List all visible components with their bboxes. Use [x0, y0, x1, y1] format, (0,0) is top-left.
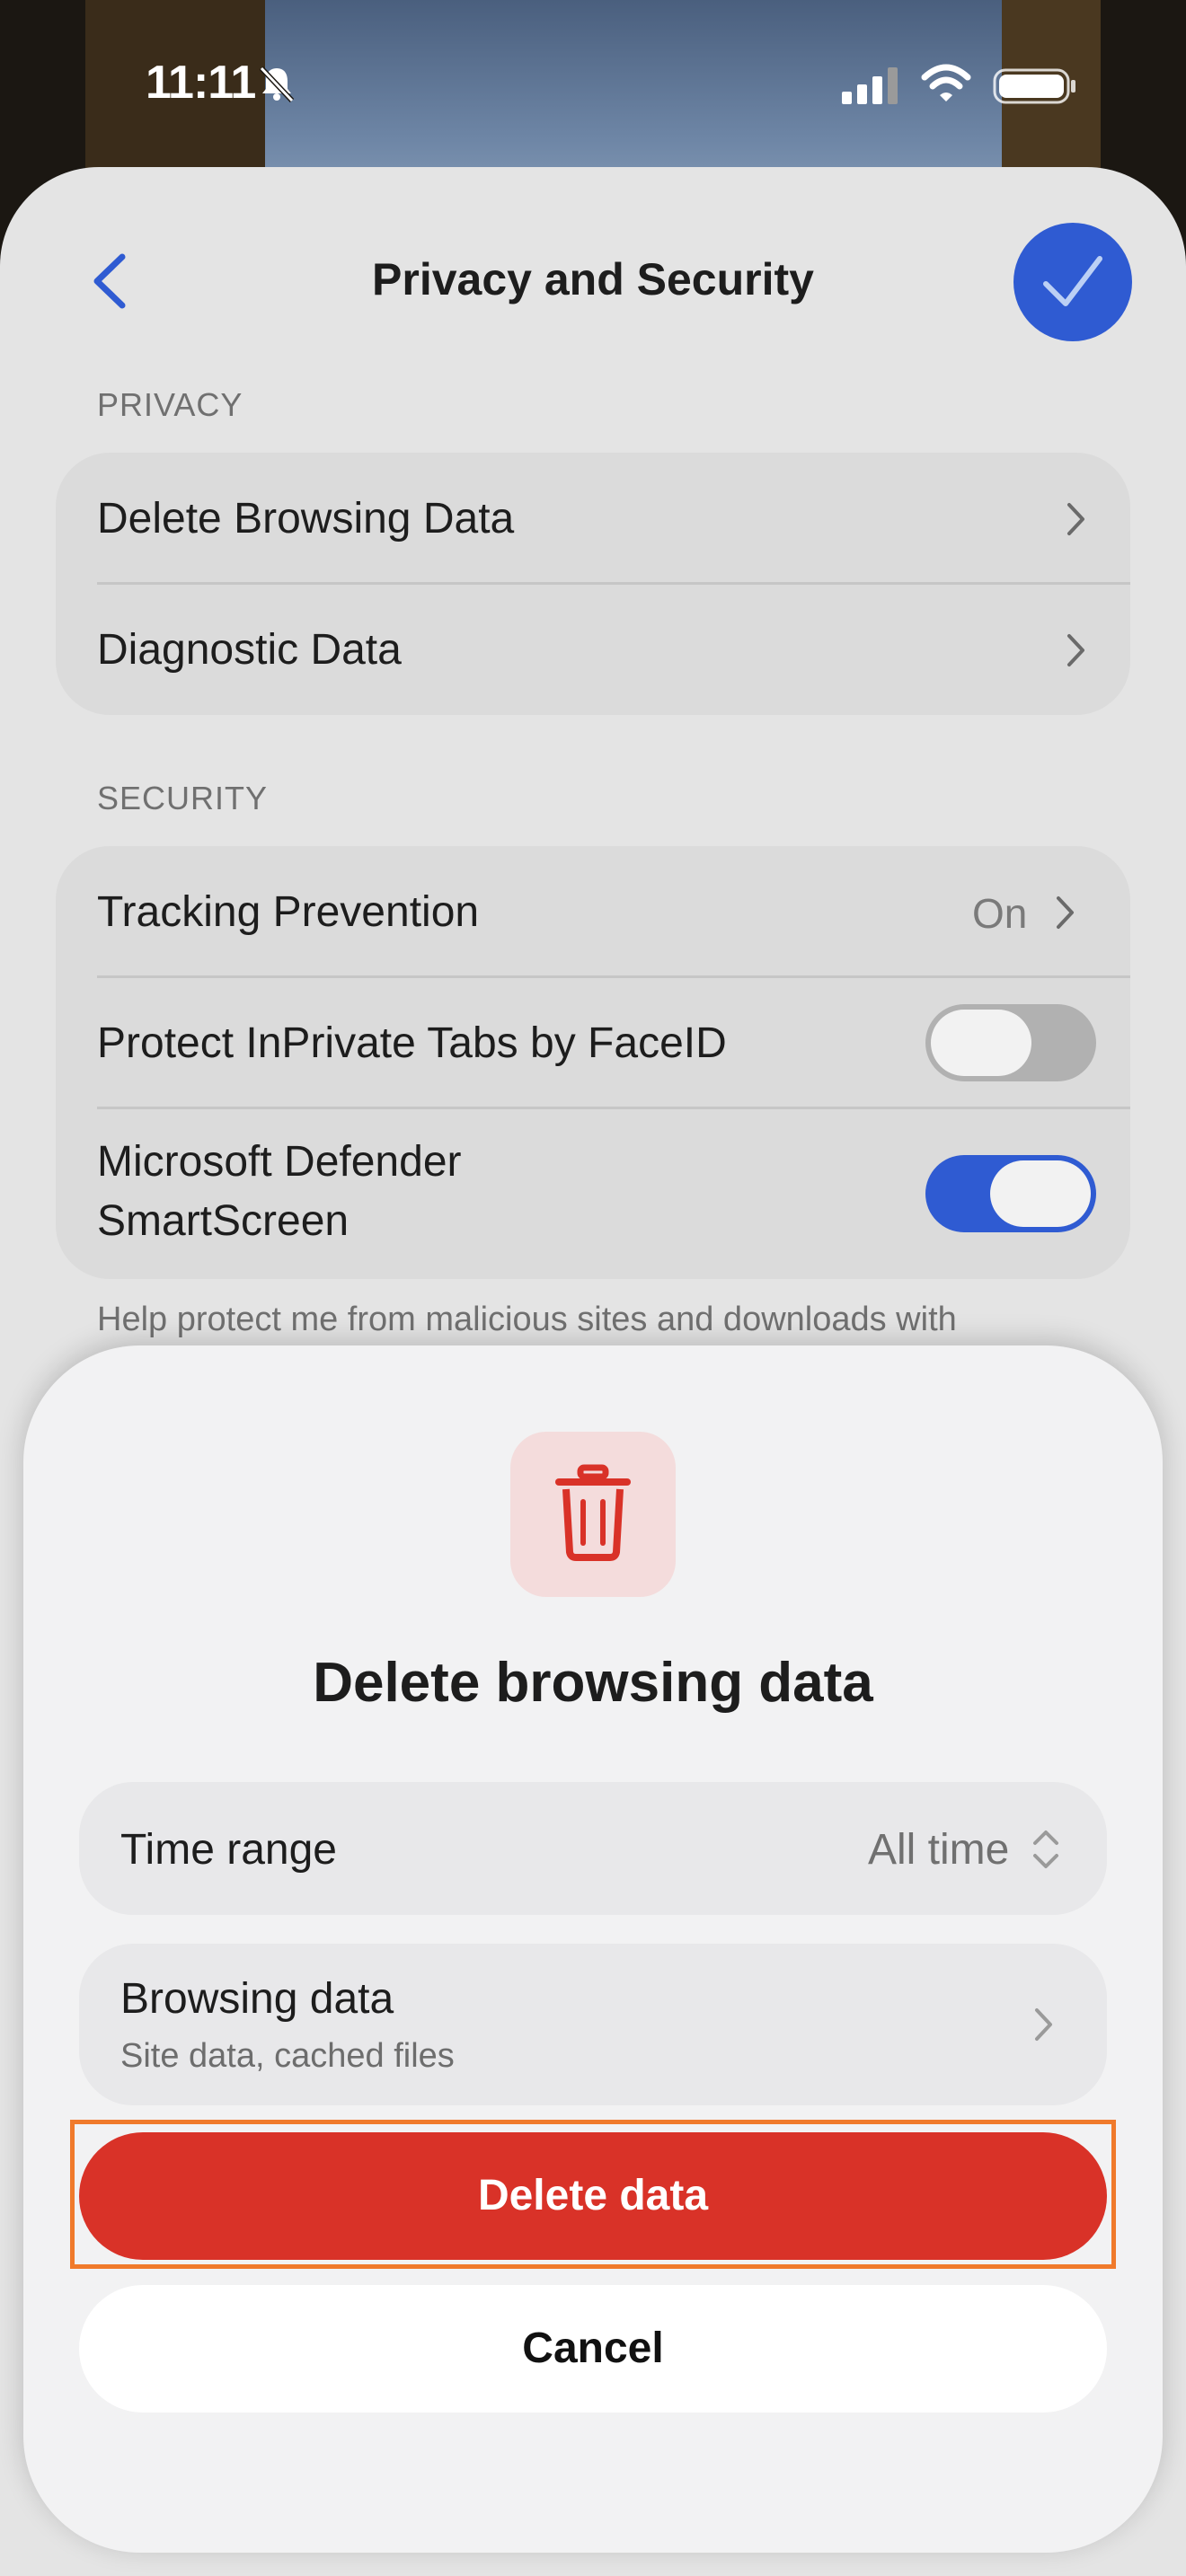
time-range-label: Time range: [120, 1826, 337, 1874]
status-bar: 11:11: [0, 0, 1186, 171]
done-button[interactable]: [1013, 223, 1132, 341]
privacy-group: Delete Browsing Data Diagnostic Data: [56, 453, 1130, 715]
delete-browsing-data-row[interactable]: Delete Browsing Data: [56, 453, 1130, 584]
smartscreen-help-text: Help protect me from malicious sites and…: [97, 1301, 957, 1338]
status-time: 11:11: [146, 57, 256, 109]
security-section-label: SECURITY: [97, 780, 269, 816]
wifi-icon: [921, 64, 971, 101]
chevron-right-icon: [1067, 634, 1084, 666]
faceid-row: Protect InPrivate Tabs by FaceID: [56, 977, 1130, 1108]
tracking-prevention-row[interactable]: Tracking Prevention On: [56, 846, 1130, 977]
row-label: Diagnostic Data: [97, 626, 402, 674]
battery-icon: [993, 68, 1075, 104]
browsing-data-row[interactable]: Browsing data Site data, cached files: [79, 1944, 1107, 2105]
browsing-data-subtitle: Site data, cached files: [120, 2037, 455, 2075]
row-label: Tracking Prevention: [97, 888, 480, 936]
time-range-row[interactable]: Time range All time: [79, 1782, 1107, 1915]
privacy-section-label: PRIVACY: [97, 386, 243, 423]
row-label: Delete Browsing Data: [97, 495, 515, 543]
delete-data-button[interactable]: Delete data: [79, 2132, 1107, 2260]
cellular-signal-icon: [842, 67, 898, 104]
smartscreen-row: Microsoft Defender SmartScreen: [56, 1108, 1130, 1279]
trash-icon: [555, 1464, 631, 1561]
diagnostic-data-row[interactable]: Diagnostic Data: [56, 584, 1130, 715]
checkmark-icon: [1043, 256, 1102, 306]
chevron-right-icon: [1035, 2008, 1052, 2041]
chevron-right-icon: [1067, 503, 1084, 535]
chevron-right-icon: [1057, 896, 1074, 929]
faceid-toggle[interactable]: [925, 1004, 1096, 1081]
row-label-line1: Microsoft Defender: [97, 1138, 462, 1186]
browsing-data-label: Browsing data: [120, 1975, 394, 2023]
time-range-value: All time: [868, 1826, 1010, 1874]
toggle-knob: [990, 1160, 1091, 1227]
dialog-title: Delete browsing data: [313, 1652, 873, 1714]
up-down-chevron-icon: [1033, 1831, 1058, 1868]
row-label: Protect InPrivate Tabs by FaceID: [97, 1019, 727, 1067]
page-title: Privacy and Security: [372, 254, 814, 304]
bell-slash-icon: [259, 66, 295, 103]
toggle-knob: [931, 1010, 1031, 1076]
tracking-prevention-value: On: [972, 890, 1028, 937]
row-label-line2: SmartScreen: [97, 1197, 350, 1245]
smartscreen-toggle[interactable]: [925, 1155, 1096, 1232]
trash-icon-container: [510, 1432, 676, 1597]
cancel-button[interactable]: Cancel: [79, 2285, 1107, 2413]
security-group: Tracking Prevention On Protect InPrivate…: [56, 846, 1130, 1279]
